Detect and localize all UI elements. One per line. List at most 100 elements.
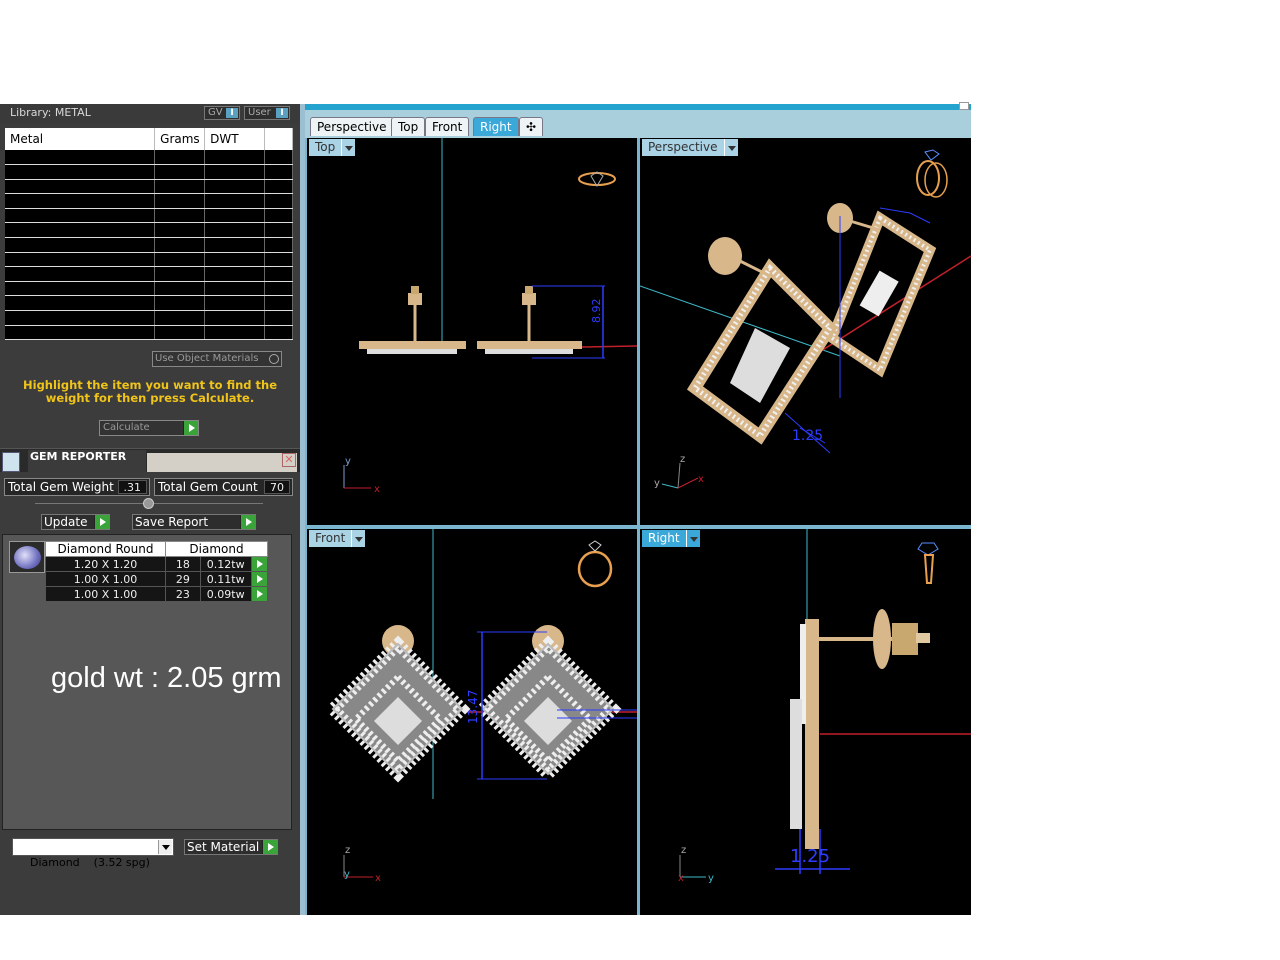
gold-weight-annotation: gold wt : 2.05 grm [51, 662, 282, 694]
metal-row[interactable] [5, 266, 293, 282]
metal-cell [204, 281, 266, 297]
gem-column-shape: Diamond Round [45, 541, 166, 557]
viewport-label-right[interactable]: Right [642, 530, 700, 547]
restore-icon[interactable] [959, 102, 969, 110]
ring-preview-icon [578, 171, 616, 187]
column-dwt[interactable]: DWT [204, 128, 266, 150]
update-button[interactable]: Update [41, 514, 110, 530]
play-icon[interactable] [250, 571, 269, 587]
earring-front-left [324, 625, 471, 783]
gem-reporter-title: GEM REPORTER [28, 450, 146, 472]
metal-cell [264, 179, 293, 195]
metal-row[interactable] [5, 310, 293, 326]
user-toggle[interactable]: User I [244, 106, 290, 120]
metal-cell [204, 150, 266, 166]
metal-cell [154, 222, 206, 239]
gem-row[interactable]: 1.00 X 1.00 29 0.11tw [45, 571, 269, 587]
viewport-right[interactable]: 1.25 z y x Right [640, 529, 971, 915]
metal-table: Metal Grams DWT [5, 128, 293, 341]
metal-cell [154, 208, 206, 224]
gem-count: 23 [165, 586, 201, 602]
chevron-down-icon [723, 139, 738, 156]
metal-cell [264, 310, 293, 326]
metal-row[interactable] [5, 295, 293, 312]
viewport-top[interactable]: 8.92 y x Top [307, 138, 637, 525]
metal-cell [5, 164, 156, 180]
metal-cell [204, 164, 266, 180]
metal-row[interactable] [5, 193, 293, 209]
metal-row[interactable] [5, 281, 293, 297]
chevron-down-icon [341, 139, 356, 156]
ring-preview-icon [577, 540, 613, 588]
gem-row[interactable]: 1.00 X 1.00 23 0.09tw [45, 586, 269, 602]
metal-row[interactable] [5, 179, 293, 195]
column-grams[interactable]: Grams [154, 128, 206, 150]
tab-right[interactable]: Right [473, 117, 519, 136]
metal-cell [5, 252, 156, 268]
tab-perspective[interactable]: Perspective [310, 117, 394, 136]
close-icon[interactable]: ✕ [282, 453, 296, 467]
column-extra [264, 128, 293, 150]
metal-row[interactable] [5, 252, 293, 268]
metal-cell [204, 295, 266, 312]
metal-cell [204, 325, 266, 341]
metal-table-body [5, 150, 293, 341]
save-report-button[interactable]: Save Report [132, 514, 256, 530]
metal-cell [154, 252, 206, 268]
gem-row[interactable]: 1.20 X 1.20 18 0.12tw [45, 556, 269, 572]
viewport-front[interactable]: 13.47 z x y Front [307, 529, 637, 915]
play-icon[interactable] [250, 556, 269, 572]
set-material-button[interactable]: Set Material [184, 839, 278, 855]
splitter-handle-icon[interactable] [143, 498, 154, 509]
earring-top-right [477, 286, 582, 354]
gv-toggle[interactable]: GV I [204, 106, 240, 120]
chevron-down-icon [685, 530, 700, 547]
metal-cell [154, 150, 206, 166]
tab-front[interactable]: Front [425, 117, 470, 136]
metal-cell [154, 281, 206, 297]
svg-text:x: x [375, 873, 381, 884]
metal-cell [5, 208, 156, 224]
metal-cell [264, 325, 293, 341]
calculate-label: Calculate [103, 422, 150, 433]
metal-cell [154, 179, 206, 195]
play-icon[interactable] [250, 586, 269, 602]
metal-cell [204, 179, 266, 195]
viewport-label-top[interactable]: Top [309, 139, 356, 156]
add-tab-icon[interactable]: ✣ [519, 117, 544, 136]
gem-table: Diamond Round Diamond 1.20 X 1.20 18 0.1… [45, 541, 269, 602]
use-object-materials-label: Use Object Materials [155, 353, 259, 364]
metal-cell [5, 222, 156, 239]
viewport-label-front[interactable]: Front [309, 530, 366, 547]
tab-top[interactable]: Top [391, 117, 426, 136]
viewport-label-perspective[interactable]: Perspective [642, 139, 738, 156]
metal-row[interactable] [5, 208, 293, 224]
material-select[interactable]: Diamond (3.52 spg) [12, 838, 174, 869]
metal-cell [154, 295, 206, 312]
metal-row[interactable] [5, 237, 293, 253]
gem-size: 1.00 X 1.00 [45, 586, 166, 602]
metal-cell [264, 193, 293, 209]
perspective-dimension-text: 1.25 [792, 428, 823, 444]
metal-row[interactable] [5, 325, 293, 341]
viewport-tabs: Perspective Top Front Right ✣ [305, 110, 971, 138]
earring-profile-preview-icon [917, 542, 939, 584]
metal-cell [264, 295, 293, 312]
panel-splitter[interactable] [35, 498, 263, 509]
viewport-perspective[interactable]: 1.25 z x y Perspective [640, 138, 971, 525]
use-object-materials-checkbox[interactable]: Use Object Materials [152, 351, 282, 367]
metal-cell [154, 164, 206, 180]
column-metal[interactable]: Metal [5, 128, 156, 150]
calculate-hint: Highlight the item you want to find the … [23, 378, 277, 405]
diamond-stone-icon [9, 541, 45, 573]
metal-row[interactable] [5, 222, 293, 239]
calculate-button[interactable]: Calculate [99, 420, 199, 436]
svg-text:x: x [374, 484, 380, 495]
metal-row[interactable] [5, 164, 293, 180]
metal-cell [5, 266, 156, 282]
front-dimension-text: 13.47 [466, 690, 480, 724]
set-material-label: Set Material [187, 840, 260, 854]
dimension-lines [784, 207, 931, 454]
play-icon [183, 421, 198, 435]
metal-row[interactable] [5, 150, 293, 166]
